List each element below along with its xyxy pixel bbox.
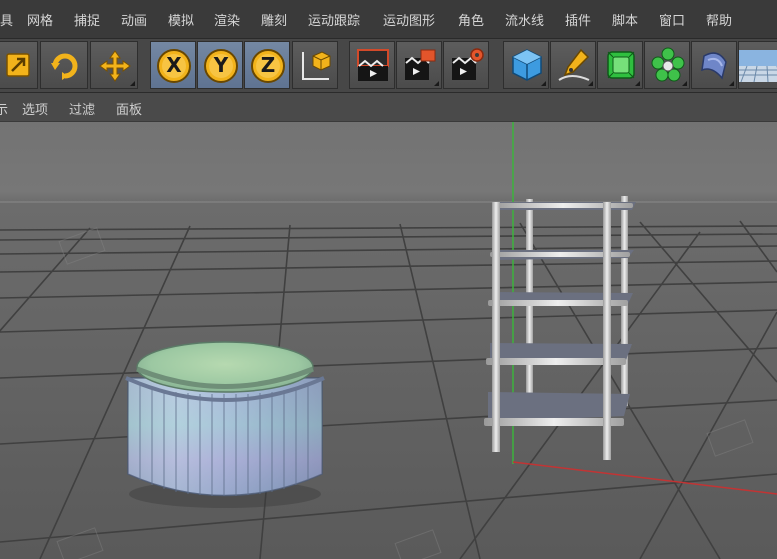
rotate-tool-button[interactable] <box>40 41 88 89</box>
render-view-icon <box>357 49 389 81</box>
y-axis-label: Y <box>213 53 229 77</box>
menu-plugins[interactable]: 插件 <box>565 10 591 29</box>
cube-button[interactable] <box>503 41 549 89</box>
x-axis-label: X <box>166 53 182 77</box>
render-settings-icon <box>452 48 484 80</box>
menu-simulate[interactable]: 模拟 <box>168 10 194 29</box>
menu-help[interactable]: 帮助 <box>706 10 732 29</box>
view-menu-panel[interactable]: 面板 <box>116 99 142 118</box>
floor-grid <box>0 220 777 559</box>
view-menu-display[interactable]: 示 <box>0 99 8 118</box>
z-axis-label: Z <box>260 53 276 77</box>
menu-pipeline[interactable]: 流水线 <box>505 10 544 29</box>
menu-tools[interactable]: 具 <box>0 10 13 29</box>
menu-character[interactable]: 角色 <box>458 10 484 29</box>
menu-snap[interactable]: 捕捉 <box>74 10 100 29</box>
cloner-button[interactable] <box>644 41 690 89</box>
3d-viewport[interactable] <box>0 122 777 559</box>
menu-render[interactable]: 渲染 <box>214 10 240 29</box>
menu-mesh[interactable]: 网格 <box>27 10 53 29</box>
render-to-picture-viewer-button[interactable] <box>396 41 442 89</box>
menu-bar: 具 网格 捕捉 动画 模拟 渲染 雕刻 运动跟踪 运动图形 角色 流水线 插件 … <box>0 0 777 39</box>
stool[interactable] <box>125 341 325 508</box>
viewport-menu-bar: 示 选项 过滤 面板 <box>0 93 777 122</box>
scale-icon <box>6 53 30 77</box>
rotate-icon <box>51 53 78 80</box>
subdivision-surface-button[interactable] <box>597 41 643 89</box>
floor-button[interactable] <box>738 41 777 89</box>
scale-tool-button[interactable] <box>0 41 38 89</box>
render-view-button[interactable] <box>349 41 395 89</box>
world-coordinates-button[interactable] <box>292 41 338 89</box>
x-axis-lock-button[interactable]: X <box>150 41 196 89</box>
view-menu-filter[interactable]: 过滤 <box>69 99 95 118</box>
floor-icon <box>739 50 777 83</box>
pen-button[interactable] <box>550 41 596 89</box>
menu-sculpt[interactable]: 雕刻 <box>261 10 287 29</box>
z-axis-lock-button[interactable]: Z <box>244 41 290 89</box>
menu-window[interactable]: 窗口 <box>659 10 685 29</box>
move-tool-button[interactable] <box>90 41 138 89</box>
world-coordinates-icon <box>302 51 331 80</box>
y-axis-lock-button[interactable]: Y <box>197 41 243 89</box>
toolbar: X Y Z <box>0 39 777 93</box>
menu-animate[interactable]: 动画 <box>121 10 147 29</box>
deformer-button[interactable] <box>691 41 737 89</box>
menu-motion-tracker[interactable]: 运动跟踪 <box>308 10 360 29</box>
view-menu-options[interactable]: 选项 <box>22 99 48 118</box>
viewport-scene <box>0 122 777 559</box>
render-settings-button[interactable] <box>443 41 489 89</box>
menu-mograph[interactable]: 运动图形 <box>383 10 435 29</box>
menu-script[interactable]: 脚本 <box>612 10 638 29</box>
